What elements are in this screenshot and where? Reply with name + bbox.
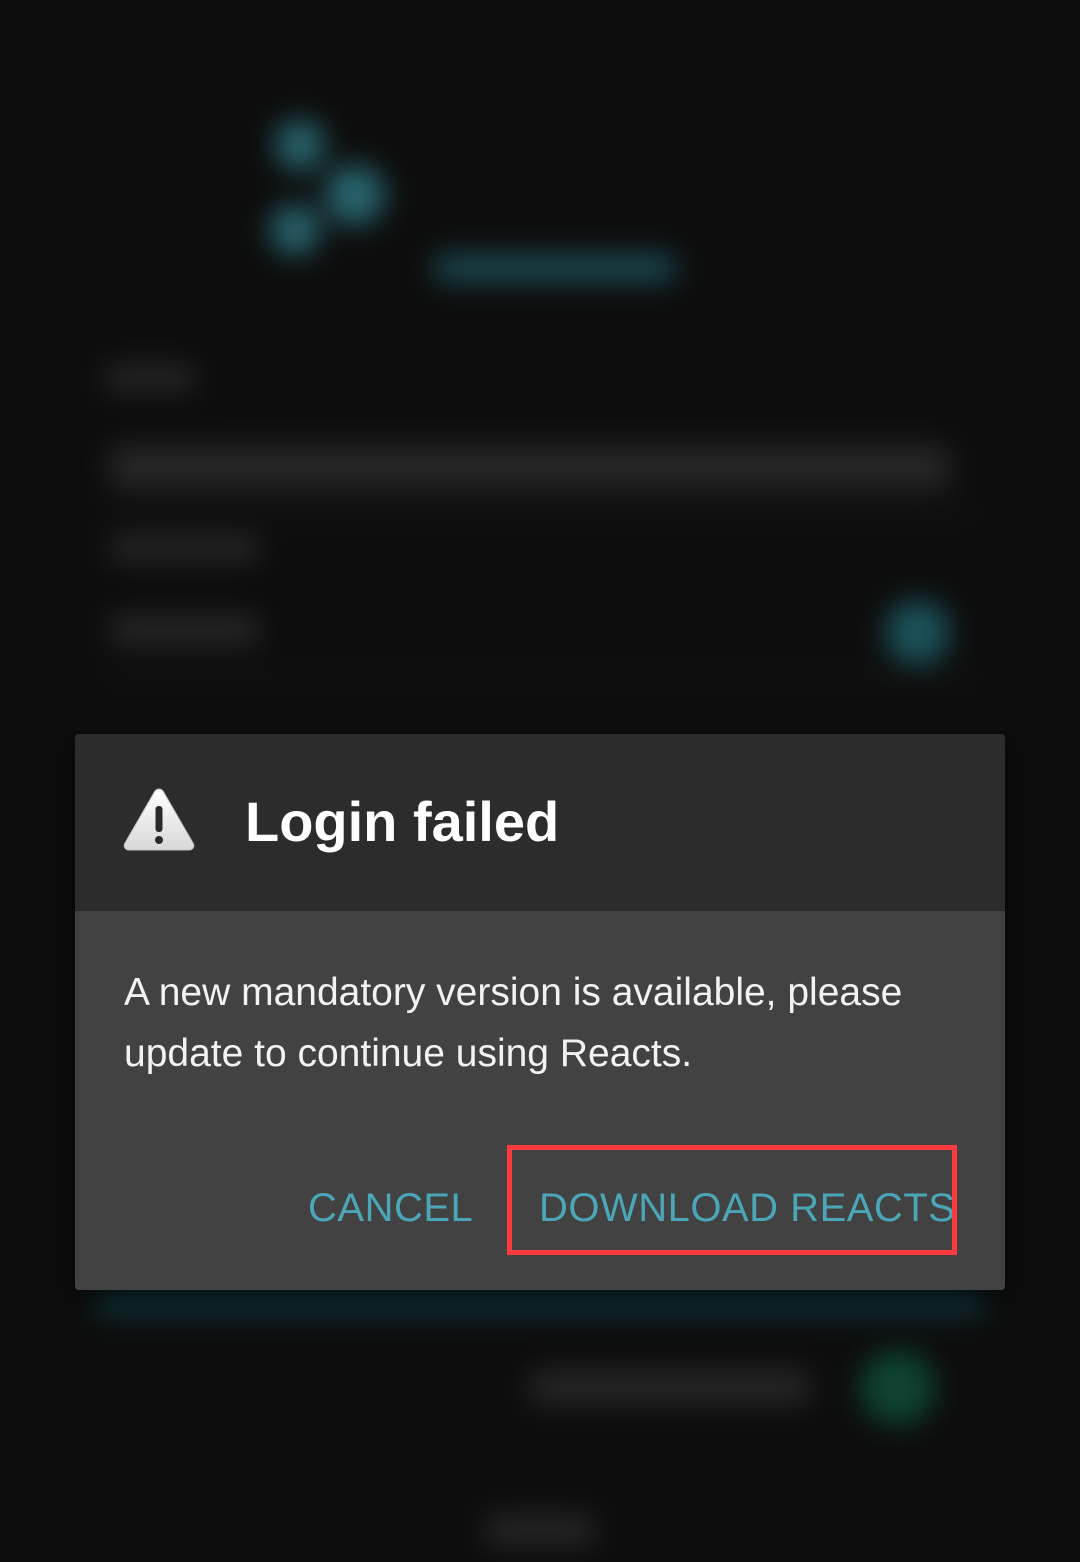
field-label [105, 365, 195, 391]
dialog-message: A new mandatory version is available, pl… [124, 971, 903, 1075]
remember-toggle [860, 1350, 935, 1425]
field-underline [105, 510, 975, 514]
field-label [110, 535, 260, 561]
server-field [110, 445, 950, 489]
app-logo-subtitle [435, 255, 675, 281]
footer-link [485, 1515, 595, 1545]
field-underline [105, 675, 975, 679]
login-screen: ​ Login fa [0, 0, 1080, 1562]
dialog-title: Login failed [245, 790, 560, 853]
password-field [110, 615, 260, 645]
dialog-header: Login failed [75, 734, 1005, 911]
visibility-toggle-icon [885, 600, 950, 665]
warning-triangle-icon [123, 788, 195, 851]
app-logo-icon [255, 110, 395, 260]
remember-label [530, 1370, 810, 1404]
cancel-button[interactable]: CANCEL [308, 1186, 473, 1231]
highlight-annotation [507, 1145, 957, 1255]
